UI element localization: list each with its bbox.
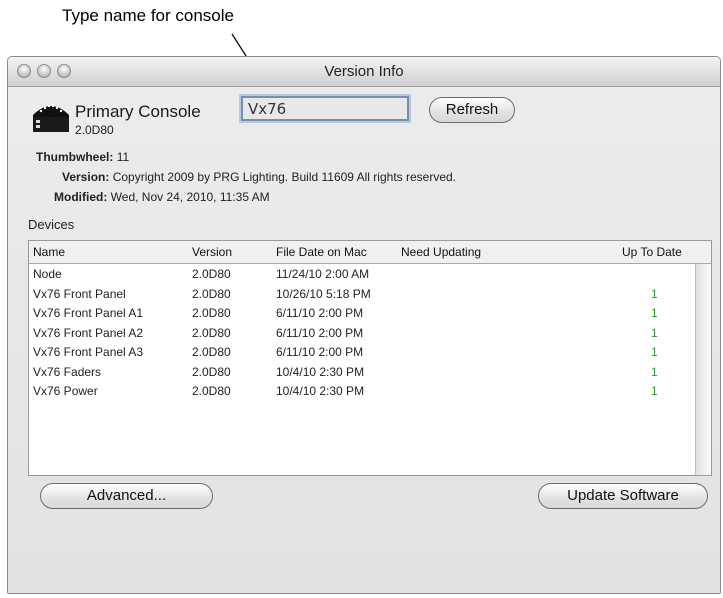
- thumbwheel-value: 11: [116, 150, 130, 164]
- annotation-caption: Type name for console: [62, 6, 234, 25]
- advanced-button[interactable]: Advanced...: [40, 483, 213, 509]
- cell-up-to-date: 1: [651, 384, 658, 398]
- devices-label: Devices: [28, 217, 75, 232]
- update-software-button[interactable]: Update Software: [538, 483, 708, 509]
- cell-file-date: 10/26/10 5:18 PM: [276, 286, 371, 301]
- column-header-version[interactable]: Version: [192, 245, 232, 259]
- table-rows: Node 2.0D80 11/24/10 2:00 AM Vx76 Front …: [29, 264, 695, 401]
- cell-name: Vx76 Faders: [33, 364, 102, 379]
- cell-file-date: 10/4/10 2:30 PM: [276, 384, 365, 398]
- console-name: Primary Console: [75, 102, 201, 121]
- cell-version: 2.0D80: [192, 345, 231, 359]
- table-row[interactable]: Vx76 Front Panel 2.0D80 10/26/10 5:18 PM…: [29, 284, 695, 304]
- cell-name: Vx76 Front Panel A3: [33, 345, 144, 359]
- table-row[interactable]: Vx76 Front Panel A2 2.0D80 6/11/10 2:00 …: [29, 323, 695, 343]
- cell-up-to-date: 1: [651, 345, 658, 359]
- window-content: Primary Console 2.0D80 Vx76 Refresh Thum…: [8, 87, 720, 593]
- cell-name: Vx76 Front Panel A1: [33, 306, 144, 320]
- cell-file-date: 6/11/10 2:00 PM: [276, 306, 364, 320]
- table-row[interactable]: Vx76 Power 2.0D80 10/4/10 2:30 PM 1: [29, 381, 695, 401]
- console-name-input[interactable]: Vx76: [241, 96, 409, 121]
- cell-version: 2.0D80: [192, 364, 231, 379]
- table-row[interactable]: Vx76 Front Panel A3 2.0D80 6/11/10 2:00 …: [29, 342, 695, 362]
- cell-file-date: 6/11/10 2:00 PM: [276, 325, 364, 340]
- cell-version: 2.0D80: [192, 384, 231, 398]
- console-version: 2.0D80: [75, 123, 114, 137]
- modified-value: Wed, Nov 24, 2010, 11:35 AM: [110, 190, 270, 204]
- column-header-file-date[interactable]: File Date on Mac: [276, 245, 367, 259]
- cell-name: Vx76 Power: [33, 384, 98, 398]
- version-label: Version:: [62, 170, 110, 184]
- modified-row: Modified: Wed, Nov 24, 2010, 11:35 AM: [54, 190, 270, 204]
- cell-up-to-date: 1: [651, 325, 658, 340]
- vertical-scrollbar[interactable]: [695, 264, 711, 475]
- window-title: Version Info: [324, 63, 404, 80]
- cell-name: Vx76 Front Panel: [33, 286, 126, 301]
- cell-file-date: 10/4/10 2:30 PM: [276, 364, 365, 379]
- console-icon: [33, 104, 69, 132]
- cell-up-to-date: 1: [651, 286, 658, 301]
- cell-version: 2.0D80: [192, 325, 231, 340]
- version-value: Copyright 2009 by PRG Lighting. Build 11…: [112, 170, 457, 184]
- cell-name: Vx76 Front Panel A2: [33, 325, 144, 340]
- cell-name: Node: [33, 267, 62, 281]
- table-row[interactable]: Node 2.0D80 11/24/10 2:00 AM: [29, 264, 695, 284]
- cell-up-to-date: 1: [651, 364, 658, 379]
- cell-version: 2.0D80: [192, 267, 231, 281]
- cell-version: 2.0D80: [192, 306, 231, 320]
- table-row[interactable]: Vx76 Front Panel A1 2.0D80 6/11/10 2:00 …: [29, 303, 695, 323]
- devices-table[interactable]: Name Version File Date on Mac Need Updat…: [28, 240, 712, 476]
- column-header-need-updating[interactable]: Need Updating: [401, 245, 481, 259]
- version-row: Version: Copyright 2009 by PRG Lighting.…: [62, 170, 456, 184]
- cell-version: 2.0D80: [192, 286, 231, 301]
- cell-up-to-date: 1: [651, 306, 658, 320]
- title-bar[interactable]: Version Info: [8, 57, 720, 87]
- table-row[interactable]: Vx76 Faders 2.0D80 10/4/10 2:30 PM 1: [29, 362, 695, 382]
- cell-file-date: 11/24/10 2:00 AM: [276, 267, 370, 281]
- cell-file-date: 6/11/10 2:00 PM: [276, 345, 364, 359]
- column-header-up-to-date[interactable]: Up To Date: [622, 245, 682, 259]
- thumbwheel-label: Thumbwheel:: [36, 150, 114, 164]
- thumbwheel-row: Thumbwheel: 11: [36, 150, 129, 164]
- table-header: Name Version File Date on Mac Need Updat…: [29, 241, 711, 264]
- modified-label: Modified:: [54, 190, 108, 204]
- column-header-name[interactable]: Name: [33, 245, 65, 259]
- version-info-window: Version Info Primary Console 2.0D80 Vx76…: [7, 56, 721, 594]
- refresh-button[interactable]: Refresh: [429, 97, 515, 123]
